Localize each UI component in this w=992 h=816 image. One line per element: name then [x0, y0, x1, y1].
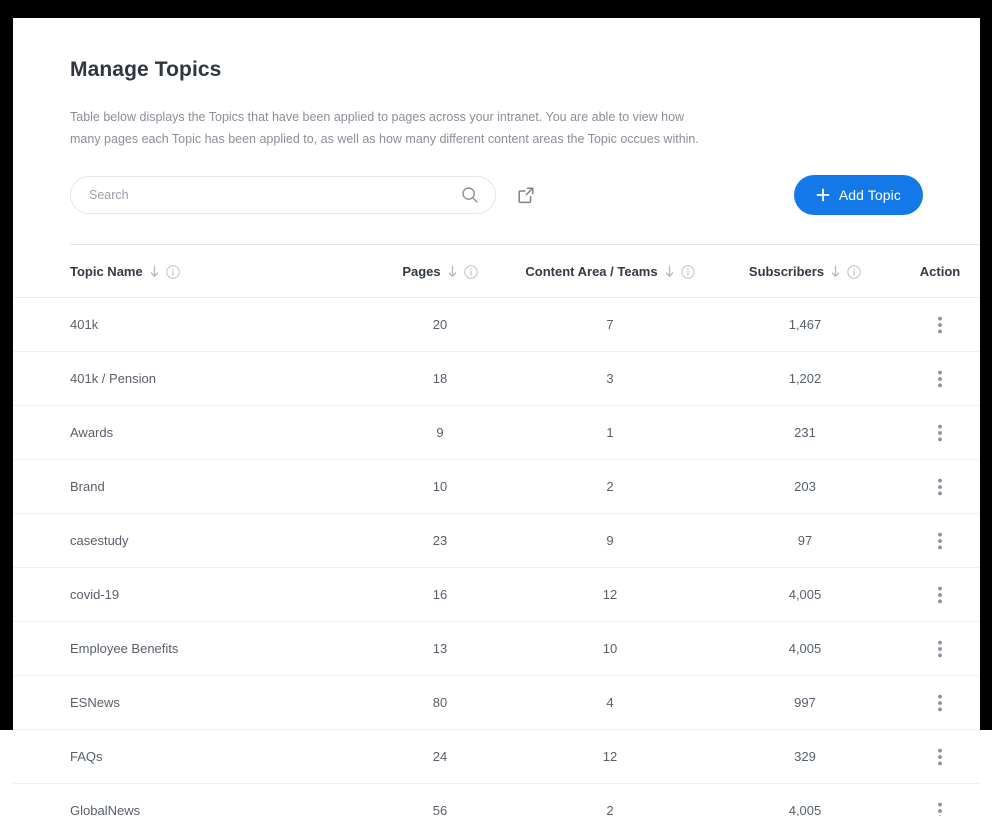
info-icon[interactable]: [847, 264, 861, 279]
sort-descending-icon[interactable]: [664, 265, 675, 278]
column-label: Subscribers: [748, 264, 825, 279]
cell-pages: 9: [370, 405, 510, 460]
cell-subscribers: 1,202: [710, 351, 900, 406]
cell-pages: 16: [370, 567, 510, 622]
kebab-menu-icon[interactable]: [938, 586, 942, 604]
toolbar: Add Topic: [70, 175, 980, 215]
cell-content-areas: 9: [510, 513, 710, 568]
cell-content-areas: 12: [510, 567, 710, 622]
kebab-menu-icon[interactable]: [938, 370, 942, 388]
cell-subscribers: 203: [710, 459, 900, 514]
page-description: Table below displays the Topics that hav…: [70, 110, 699, 146]
cell-pages: 18: [370, 351, 510, 406]
table-row[interactable]: 401k 20 7 1,467: [13, 297, 980, 352]
sort-descending-icon[interactable]: [830, 265, 841, 278]
table-row[interactable]: casestudy 23 9 97: [13, 513, 980, 568]
cell-subscribers: 231: [710, 405, 900, 460]
search-box[interactable]: [70, 176, 496, 214]
cell-action: [900, 567, 980, 622]
kebab-menu-icon[interactable]: [938, 532, 942, 550]
column-label: Content Area / Teams: [525, 264, 658, 279]
info-icon[interactable]: [680, 264, 695, 279]
column-header-content-area-teams[interactable]: Content Area / Teams: [510, 245, 710, 298]
page-bottom-edge: [13, 712, 980, 798]
cell-action: [900, 513, 980, 568]
kebab-menu-icon[interactable]: [938, 316, 942, 334]
cell-content-areas: 10: [510, 621, 710, 676]
cell-pages: 20: [370, 297, 510, 352]
kebab-menu-icon[interactable]: [938, 694, 942, 712]
page-title: Manage Topics: [70, 58, 222, 81]
add-topic-button[interactable]: Add Topic: [793, 175, 923, 215]
cell-action: [900, 405, 980, 460]
info-icon[interactable]: [166, 264, 180, 279]
column-label: Pages: [402, 264, 441, 279]
cell-subscribers: 1,467: [710, 297, 900, 352]
cell-action: [900, 459, 980, 514]
column-label: Action: [919, 264, 961, 279]
cell-content-areas: 3: [510, 351, 710, 406]
column-header-subscribers[interactable]: Subscribers: [710, 245, 900, 298]
add-topic-label: Add Topic: [838, 187, 901, 203]
external-link-icon[interactable]: [516, 185, 536, 205]
cell-subscribers: 4,005: [710, 621, 900, 676]
table-row[interactable]: covid-19 16 12 4,005: [13, 567, 980, 622]
cell-pages: 13: [370, 621, 510, 676]
cell-pages: 10: [370, 459, 510, 514]
sort-descending-icon[interactable]: [149, 265, 160, 278]
table-row[interactable]: 401k / Pension 18 3 1,202: [13, 351, 980, 406]
kebab-menu-icon[interactable]: [938, 424, 942, 442]
cell-topic-name: Brand: [13, 459, 370, 514]
table-header-row: Topic Name Pages Content Area / Teams Su…: [13, 245, 980, 298]
kebab-menu-icon[interactable]: [938, 478, 942, 496]
cell-content-areas: 2: [510, 459, 710, 514]
table-row[interactable]: Brand 10 2 203: [13, 459, 980, 514]
cell-topic-name: Employee Benefits: [13, 621, 370, 676]
column-header-topic-name[interactable]: Topic Name: [13, 245, 370, 298]
manage-topics-page: Manage Topics Table below displays the T…: [13, 18, 980, 816]
sort-descending-icon[interactable]: [447, 265, 458, 278]
page-header: Manage Topics Table below displays the T…: [13, 18, 980, 245]
cell-subscribers: 4,005: [710, 567, 900, 622]
table-row[interactable]: Employee Benefits 13 10 4,005: [13, 621, 980, 676]
plus-icon: [816, 188, 830, 202]
cell-subscribers: 97: [710, 513, 900, 568]
kebab-menu-icon[interactable]: [938, 802, 942, 816]
cell-topic-name: casestudy: [13, 513, 370, 568]
cell-content-areas: 7: [510, 297, 710, 352]
cell-topic-name: Awards: [13, 405, 370, 460]
cell-pages: 23: [370, 513, 510, 568]
cell-topic-name: 401k: [13, 297, 370, 352]
cell-content-areas: 1: [510, 405, 710, 460]
column-label: Topic Name: [70, 264, 143, 279]
cell-topic-name: 401k / Pension: [13, 351, 370, 406]
column-header-action: Action: [900, 245, 980, 298]
cell-action: [900, 621, 980, 676]
cell-topic-name: covid-19: [13, 567, 370, 622]
table-header: Topic Name Pages Content Area / Teams Su…: [13, 245, 980, 298]
info-icon[interactable]: [463, 264, 478, 279]
cell-action: [900, 351, 980, 406]
column-header-pages[interactable]: Pages: [370, 245, 510, 298]
kebab-menu-icon[interactable]: [938, 640, 942, 658]
cell-action: [900, 297, 980, 352]
search-input[interactable]: [71, 177, 495, 213]
screen-viewport: Manage Topics Table below displays the T…: [0, 0, 992, 816]
table-row[interactable]: Awards 9 1 231: [13, 405, 980, 460]
